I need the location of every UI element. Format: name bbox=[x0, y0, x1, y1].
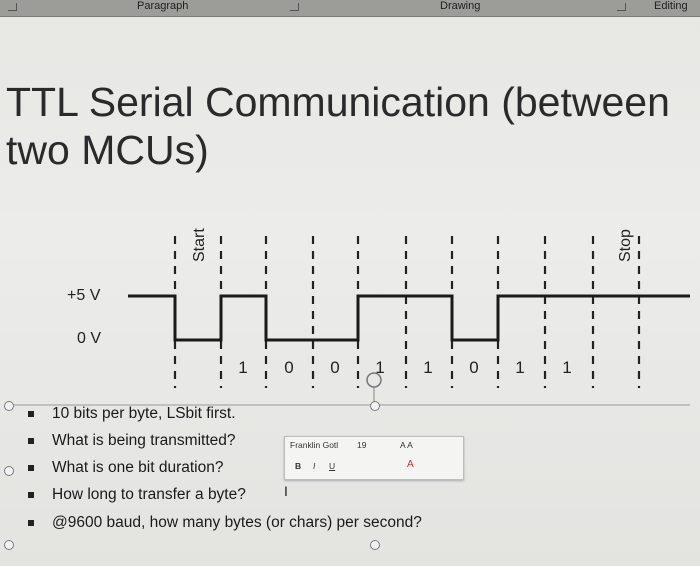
bit-label: 0 bbox=[469, 358, 478, 377]
stop-bit-label: Stop bbox=[617, 229, 634, 262]
resize-handle-left-icon[interactable] bbox=[4, 466, 14, 476]
bullet-square-icon bbox=[28, 492, 34, 498]
bullet-square-icon bbox=[28, 438, 34, 444]
bold-button[interactable]: B bbox=[295, 461, 301, 471]
bullet-square-icon bbox=[28, 465, 34, 471]
font-name-select[interactable]: Franklin Gotl bbox=[290, 440, 338, 450]
bit-label: 0 bbox=[330, 358, 339, 377]
bit-label: 1 bbox=[238, 358, 247, 377]
mini-format-toolbar: Franklin Gotl 19 A A B I U A bbox=[284, 436, 464, 480]
font-color-button[interactable]: A bbox=[407, 459, 414, 470]
bit-label: 1 bbox=[515, 358, 524, 377]
resize-handle-bottom-center-icon[interactable] bbox=[370, 540, 380, 550]
resize-handle-top-center-icon[interactable] bbox=[370, 401, 380, 411]
resize-handle-top-left-icon[interactable] bbox=[4, 401, 14, 411]
bit-label: 0 bbox=[284, 358, 293, 377]
resize-handle-bottom-left-icon[interactable] bbox=[4, 540, 14, 550]
font-size-select[interactable]: 19 bbox=[357, 440, 366, 450]
grow-shrink-font-buttons[interactable]: A A bbox=[400, 440, 413, 450]
italic-button[interactable]: I bbox=[313, 461, 315, 471]
start-bit-label: Start bbox=[191, 228, 208, 262]
bullet-square-icon bbox=[28, 411, 34, 417]
serial-waveform-diagram: +5 V 0 V Start Stop 1 0 0 1 1 0 1 1 bbox=[10, 228, 690, 406]
voltage-label-low: 0 V bbox=[77, 330, 101, 347]
underline-button[interactable]: U bbox=[329, 461, 335, 471]
voltage-label-high: +5 V bbox=[67, 287, 101, 304]
bit-label: 1 bbox=[562, 358, 571, 377]
text-cursor-icon: I bbox=[284, 483, 288, 499]
ttl-signal-trace bbox=[128, 294, 690, 342]
bullet-square-icon bbox=[28, 520, 34, 526]
bit-label: 1 bbox=[423, 358, 432, 377]
rotation-handle-icon bbox=[366, 372, 382, 388]
